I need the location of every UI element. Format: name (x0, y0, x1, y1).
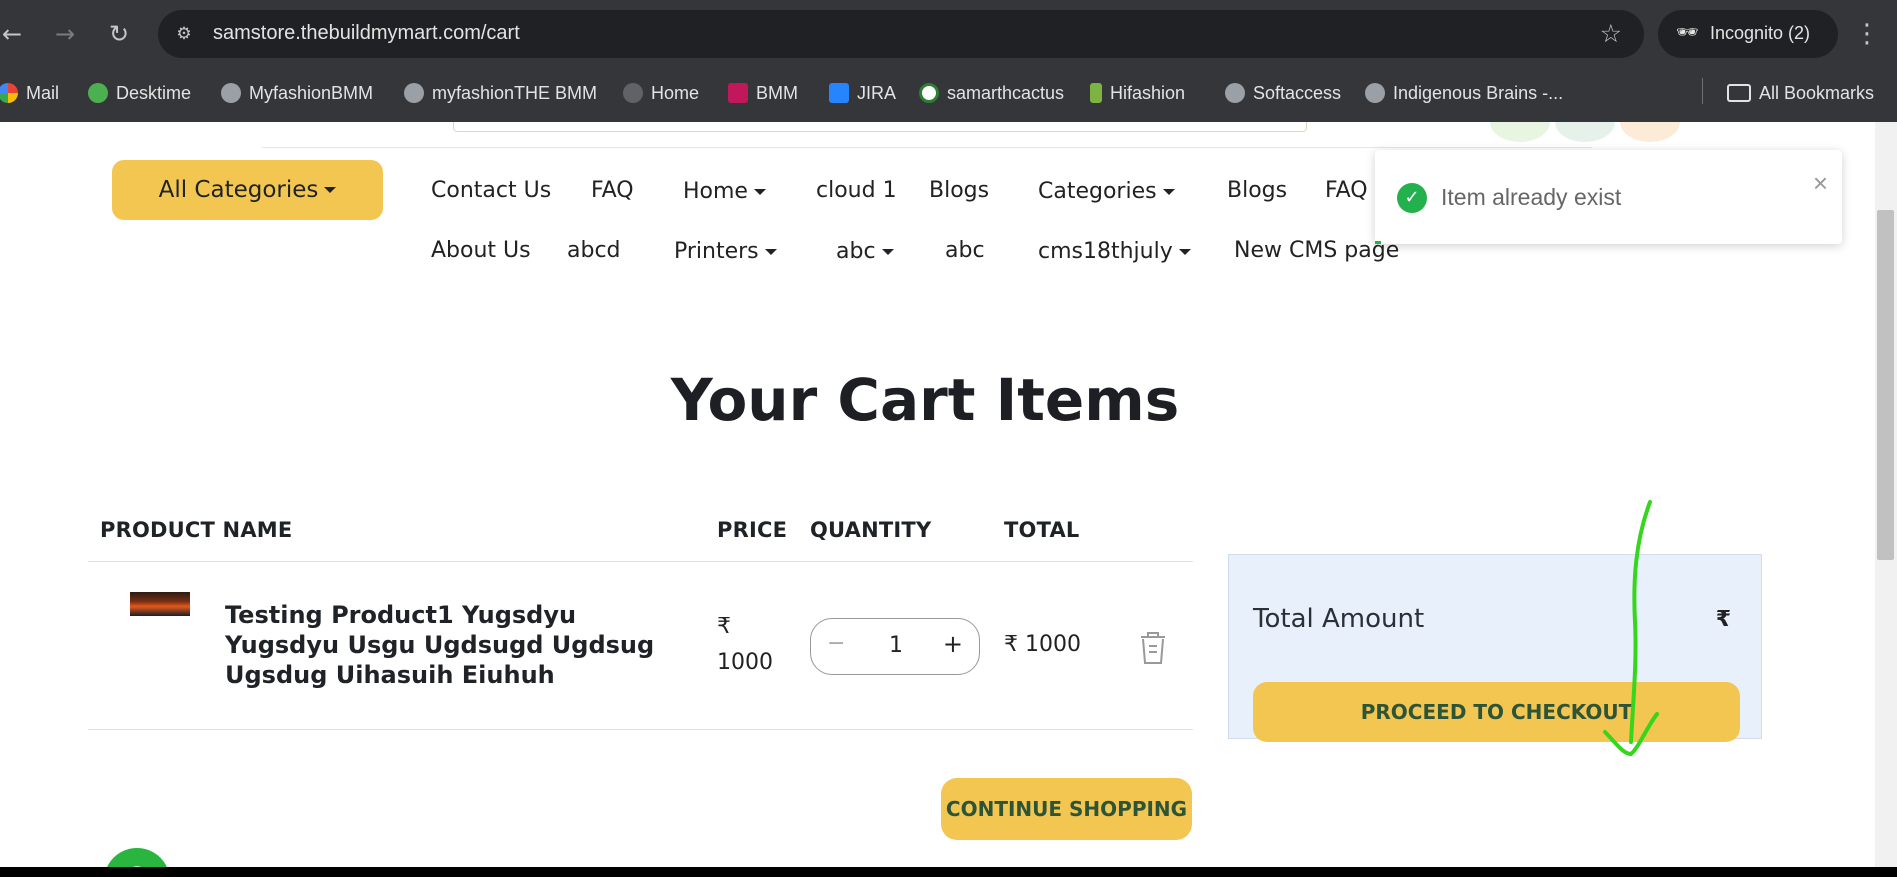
incognito-icon: 🕶 (1676, 22, 1699, 42)
back-icon[interactable]: ← (0, 14, 32, 54)
bookmark-bmm[interactable]: BMM (728, 78, 798, 108)
line-total: ₹ 1000 (1004, 632, 1081, 657)
nav-abc[interactable]: abc (945, 238, 985, 263)
toast-progress (1375, 241, 1381, 244)
globe-icon (1225, 83, 1245, 103)
nav-printers[interactable]: Printers (674, 239, 777, 264)
whatsapp-button[interactable]: ✆ (100, 844, 174, 867)
proceed-to-checkout-button[interactable]: PROCEED TO CHECKOUT (1253, 682, 1740, 742)
nav-about-us[interactable]: About Us (431, 238, 531, 263)
all-bookmarks[interactable]: All Bookmarks (1727, 78, 1874, 108)
jira-icon (829, 83, 849, 103)
nav-blogs-2[interactable]: Blogs (1227, 178, 1287, 203)
nav-faq[interactable]: FAQ (591, 178, 634, 203)
globe-icon (404, 83, 424, 103)
reload-icon[interactable]: ↻ (99, 14, 139, 54)
header-product-name: PRODUCT NAME (100, 518, 293, 542)
success-check-icon: ✓ (1397, 183, 1427, 213)
bookmark-myfashionbmm[interactable]: MyfashionBMM (221, 78, 373, 108)
toast-message: Item already exist (1441, 184, 1622, 210)
header-price: PRICE (717, 518, 788, 542)
header-total: TOTAL (1004, 518, 1080, 542)
table-divider (88, 561, 1193, 562)
address-bar[interactable]: ⚙ samstore.thebuildmymart.com/cart ☆ (158, 10, 1644, 58)
nav-cloud-1[interactable]: cloud 1 (816, 178, 897, 203)
bookmarks-separator (1702, 78, 1703, 104)
bookmark-home[interactable]: Home (623, 78, 699, 108)
nav-abc-dropdown[interactable]: abc (836, 239, 894, 264)
header-divider (262, 147, 1592, 148)
header-quantity: QUANTITY (810, 518, 932, 542)
caret-down-icon (324, 187, 337, 193)
nav-abcd[interactable]: abcd (567, 238, 621, 263)
nav-faq-2[interactable]: FAQ (1325, 178, 1368, 203)
bmm-icon (728, 83, 748, 103)
nav-categories[interactable]: Categories (1038, 179, 1175, 204)
whatsapp-icon: ✆ (104, 848, 170, 867)
order-summary: Total Amount ₹ PROCEED TO CHECKOUT (1228, 554, 1762, 742)
bookmark-mail[interactable]: Mail (0, 78, 59, 108)
increment-button[interactable]: + (943, 630, 963, 658)
product-price: ₹ 1000 (717, 609, 773, 681)
browser-toolbar: ← → ↻ ⚙ samstore.thebuildmymart.com/cart… (0, 0, 1897, 66)
nav-blogs[interactable]: Blogs (929, 178, 989, 203)
bookmark-star-icon[interactable]: ☆ (1600, 19, 1622, 48)
page-content: All Categories Contact Us FAQ Home cloud… (0, 122, 1875, 867)
incognito-indicator[interactable]: 🕶 Incognito (2) (1658, 10, 1838, 58)
globe-icon (1365, 83, 1385, 103)
decorative-blobs (1490, 122, 1680, 142)
total-amount-label: Total Amount (1253, 604, 1425, 634)
all-categories-button[interactable]: All Categories (112, 160, 383, 220)
total-amount-value: ₹ (1715, 607, 1731, 632)
product-name[interactable]: Testing Product1 Yugsdyu Yugsdyu Usgu Ug… (225, 600, 665, 690)
globe-icon (221, 83, 241, 103)
bookmark-indigenous-brains[interactable]: Indigenous Brains -... (1365, 78, 1563, 108)
bookmark-softaccess[interactable]: Softaccess (1225, 78, 1341, 108)
nav-cms18thjuly[interactable]: cms18thjuly (1038, 239, 1191, 264)
all-categories-label: All Categories (158, 177, 319, 203)
scrollbar-thumb[interactable] (1877, 210, 1894, 560)
trash-icon[interactable] (1137, 630, 1169, 666)
caret-down-icon (1178, 248, 1191, 255)
caret-down-icon (753, 188, 766, 195)
desktime-icon (88, 83, 108, 103)
caret-down-icon (1162, 188, 1175, 195)
product-thumbnail[interactable] (130, 592, 190, 616)
bookmark-hifashion[interactable]: Hifashion (1090, 78, 1185, 108)
page-title: Your Cart Items (670, 366, 1180, 434)
folder-icon (1727, 84, 1751, 102)
bookmark-jira[interactable]: JIRA (829, 78, 896, 108)
price-value: 1000 (717, 650, 773, 675)
bookmark-desktime[interactable]: Desktime (88, 78, 191, 108)
nav-contact-us[interactable]: Contact Us (431, 178, 551, 203)
continue-shopping-button[interactable]: CONTINUE SHOPPING (941, 778, 1192, 840)
currency-symbol: ₹ (717, 614, 731, 639)
bookmark-samarthcactus[interactable]: samarthcactus (919, 78, 1064, 108)
samarthcactus-icon (919, 83, 939, 103)
browser-menu-icon[interactable]: ⋮ (1852, 14, 1882, 54)
bookmark-myfashionthe-bmm[interactable]: myfashionTHE BMM (404, 78, 597, 108)
search-bar-edge[interactable] (453, 122, 1307, 132)
bookmarks-bar: Mail Desktime MyfashionBMM myfashionTHE … (0, 66, 1897, 122)
bottom-edge (0, 867, 1897, 877)
annotation-arrow (1603, 500, 1659, 757)
hifashion-icon (1090, 83, 1102, 103)
google-icon (0, 83, 18, 103)
table-divider (88, 729, 1193, 730)
toast-notification: ✓ Item already exist × (1375, 150, 1842, 244)
globe-icon (623, 83, 643, 103)
caret-down-icon (881, 248, 894, 255)
quantity-stepper: − 1 + (810, 618, 980, 675)
url-text[interactable]: samstore.thebuildmymart.com/cart (213, 22, 520, 45)
incognito-label: Incognito (2) (1710, 23, 1811, 43)
forward-icon[interactable]: → (45, 14, 85, 54)
toast-close-icon[interactable]: × (1813, 168, 1828, 199)
site-info-icon[interactable]: ⚙ (172, 22, 196, 46)
nav-home[interactable]: Home (683, 179, 766, 204)
caret-down-icon (764, 248, 777, 255)
